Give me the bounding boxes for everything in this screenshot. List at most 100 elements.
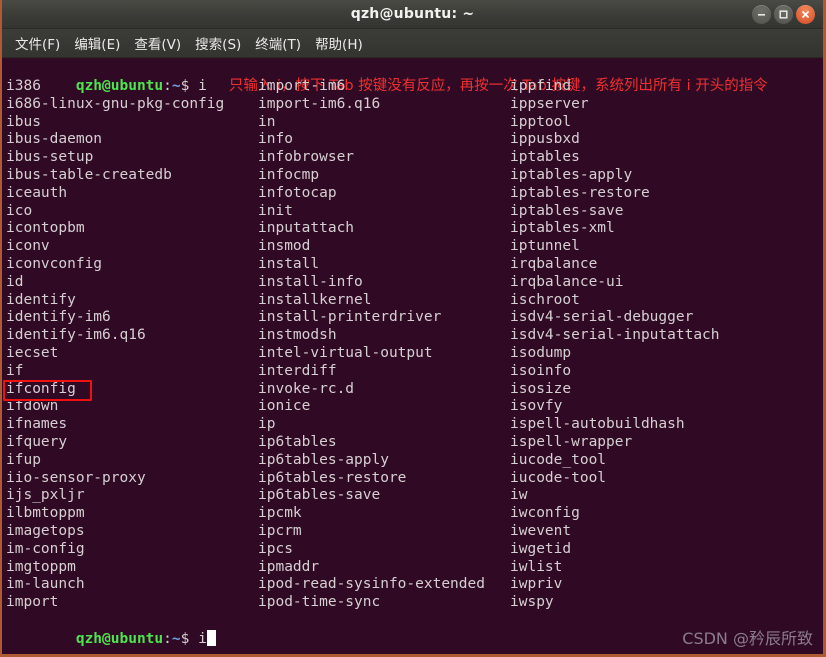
menu-item-view[interactable]: 查看(V) [127, 31, 188, 55]
command-item: installkernel [258, 291, 372, 308]
command-item: ibus [6, 113, 41, 130]
command-item: iwpriv [510, 576, 563, 593]
command-item: ifdown [6, 398, 59, 415]
command-item: install-printerdriver [258, 309, 442, 326]
command-item: iucode_tool [510, 451, 607, 468]
command-item: iptunnel [510, 238, 580, 255]
command-item: iptables-xml [510, 220, 615, 237]
minimize-button[interactable] [752, 4, 771, 24]
close-button[interactable] [796, 4, 815, 24]
command-item: isdv4-serial-inputattach [510, 327, 720, 344]
command-item: ipod-read-sysinfo-extended [258, 576, 485, 593]
command-item: iceauth [6, 184, 68, 201]
command-item: iconvconfig [6, 255, 103, 272]
command-item: iptables-save [510, 202, 624, 219]
menu-item-help[interactable]: 帮助(H) [308, 31, 370, 55]
watermark: CSDN @矜辰所致 [682, 629, 813, 648]
command-item: i386 [6, 78, 41, 94]
command-item: iptables-restore [510, 184, 650, 201]
command-column-3: ippfind ippserver ipptool ippusbxd iptables i… [510, 78, 720, 612]
command-item: ifup [6, 451, 41, 468]
command-item: isodump [510, 344, 572, 361]
command-item: identify-im6 [6, 309, 111, 326]
command-item: info [258, 131, 293, 148]
command-item: ifnames [6, 416, 68, 433]
menu-item-edit[interactable]: 编辑(E) [67, 31, 127, 55]
command-item: inputattach [258, 220, 355, 237]
command-item: iconv [6, 238, 50, 255]
terminal-window: qzh@ubuntu: ~ 文件(F) 编辑(E) 查看(V) 搜索(S) 终端… [0, 0, 826, 657]
screenshot-root: qzh@ubuntu: ~ 文件(F) 编辑(E) 查看(V) 搜索(S) 终端… [0, 0, 826, 657]
command-item: insmod [258, 238, 311, 255]
menu-item-terminal[interactable]: 终端(T) [248, 31, 308, 55]
maximize-button[interactable] [774, 4, 793, 24]
close-icon [802, 10, 809, 18]
command-item: ippfind [510, 78, 572, 94]
command-item: iwevent [510, 522, 572, 539]
command-item: identify [6, 291, 76, 308]
command-item: iwconfig [510, 505, 580, 522]
menubar: 文件(F) 编辑(E) 查看(V) 搜索(S) 终端(T) 帮助(H) [2, 29, 823, 58]
command-item: ischroot [510, 291, 580, 308]
command-item: import [6, 594, 59, 611]
command-column-1: i386 i686-linux-gnu-pkg-config ibus ibus-da… [6, 78, 224, 612]
command-item: irqbalance-ui [510, 273, 624, 290]
terminal-output-area[interactable]: qzh@ubuntu:~$ i 只输入 i，按下 Tab 按键没有反应，再按一次 … [2, 58, 823, 654]
command-item: ifquery [6, 433, 68, 450]
command-item: ispell-autobuildhash [510, 416, 685, 433]
prompt-path-bottom: ~ [171, 630, 181, 647]
command-item: iucode-tool [510, 469, 607, 486]
command-item: ip6tables-save [258, 487, 381, 504]
command-item: isoinfo [510, 362, 572, 379]
command-item: ipod-time-sync [258, 594, 381, 611]
command-item: ifconfig [6, 380, 76, 397]
command-item: interdiff [258, 362, 337, 379]
command-item: iw [510, 487, 528, 504]
command-item: im-config [6, 540, 85, 557]
command-item: ippserver [510, 95, 589, 112]
command-item: ibus-table-createdb [6, 166, 172, 183]
command-item: iwgetid [510, 540, 572, 557]
command-item: invoke-rc.d [258, 380, 355, 397]
command-item: infotocap [258, 184, 337, 201]
terminal-prompt-line-bottom[interactable]: qzh@ubuntu:~$ i [6, 612, 216, 654]
command-item: infobrowser [258, 149, 355, 166]
command-item: infocmp [258, 166, 320, 183]
prompt-colon-bottom: : [163, 630, 172, 647]
command-item: ipcrm [258, 522, 302, 539]
command-item: isosize [510, 380, 572, 397]
command-item: ip6tables [258, 433, 337, 450]
command-item: im-launch [6, 576, 85, 593]
command-item: imagetops [6, 522, 85, 539]
command-item: in [258, 113, 276, 130]
command-column-2: import-im6 import-im6.q16 in info infobrowse… [258, 78, 485, 612]
command-item: ico [6, 202, 33, 219]
command-item: iio-sensor-proxy [6, 469, 146, 486]
command-item: ionice [258, 398, 311, 415]
prompt-dollar-bottom: $ [180, 630, 199, 647]
command-item: ibus-daemon [6, 131, 103, 148]
prompt-command-bottom: i [198, 630, 207, 647]
window-titlebar[interactable]: qzh@ubuntu: ~ [2, 0, 823, 29]
command-item: install-info [258, 273, 363, 290]
command-item: init [258, 202, 293, 219]
command-item: ippusbxd [510, 131, 580, 148]
command-item: identify-im6.q16 [6, 327, 146, 344]
command-item: isovfy [510, 398, 563, 415]
command-item: import-im6.q16 [258, 95, 381, 112]
command-item: i686-linux-gnu-pkg-config [6, 95, 225, 112]
command-item: ilbmtoppm [6, 505, 85, 522]
menu-item-search[interactable]: 搜索(S) [188, 31, 248, 55]
command-item: import-im6 [258, 78, 346, 94]
maximize-icon [779, 9, 788, 19]
command-item: iwlist [510, 558, 563, 575]
menu-item-file[interactable]: 文件(F) [8, 31, 67, 55]
command-item: ipptool [510, 113, 572, 130]
command-item: ip6tables-apply [258, 451, 389, 468]
command-item: irqbalance [510, 255, 598, 272]
minimize-icon [758, 13, 765, 16]
window-title: qzh@ubuntu: ~ [350, 6, 475, 22]
command-item: ispell-wrapper [510, 433, 633, 450]
command-item: ipcs [258, 540, 293, 557]
command-item: intel-virtual-output [258, 344, 433, 361]
